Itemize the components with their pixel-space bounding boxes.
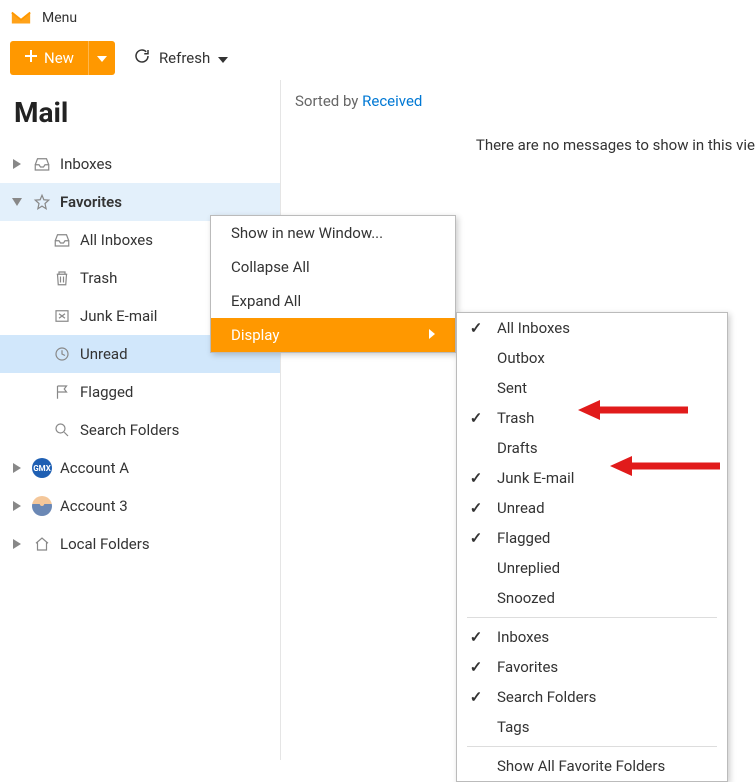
new-button-dropdown[interactable] xyxy=(88,41,115,75)
context-menu-item-collapse-all[interactable]: Collapse All xyxy=(211,250,455,284)
submenu-item-label: Unread xyxy=(497,499,545,517)
sidebar-item-search-folders[interactable]: Search Folders xyxy=(0,411,280,449)
new-button-group: New xyxy=(10,41,115,75)
new-button[interactable]: New xyxy=(10,41,88,75)
sidebar-item-label: Inboxes xyxy=(60,155,270,173)
sidebar-item-label: Flagged xyxy=(80,383,270,401)
refresh-button[interactable]: Refresh xyxy=(133,47,228,69)
flag-icon xyxy=(52,383,72,401)
chevron-right-icon[interactable] xyxy=(10,539,24,549)
inbox-icon xyxy=(32,155,52,173)
menu-button[interactable]: Menu xyxy=(42,10,77,26)
submenu-item-label: All Inboxes xyxy=(497,319,570,337)
submenu-item-show-all-favorite-folders[interactable]: Show All Favorite Folders xyxy=(457,751,727,781)
clock-icon xyxy=(52,345,72,363)
checkmark-icon: ✓ xyxy=(469,469,483,487)
app-logo-icon xyxy=(10,7,32,29)
submenu-item-unreplied[interactable]: Unreplied xyxy=(457,553,727,583)
junk-icon xyxy=(52,307,72,325)
context-menu-item-expand-all[interactable]: Expand All xyxy=(211,284,455,318)
submenu-item-all-inboxes[interactable]: ✓ All Inboxes xyxy=(457,313,727,343)
sidebar: Mail InboxesFavorites All Inboxes Trash … xyxy=(0,80,280,760)
chevron-down-icon xyxy=(218,49,228,67)
sidebar-item-account-3[interactable]: Account 3 xyxy=(0,487,280,525)
submenu-item-flagged[interactable]: ✓ Flagged xyxy=(457,523,727,553)
top-bar: Menu xyxy=(0,0,755,36)
toolbar: New Refresh xyxy=(0,36,755,80)
chevron-right-icon xyxy=(429,328,435,342)
chevron-right-icon[interactable] xyxy=(10,159,24,169)
context-menu-item-display[interactable]: Display xyxy=(211,318,455,352)
sorted-by-prefix: Sorted by xyxy=(295,92,362,110)
sidebar-item-account-a[interactable]: GMX Account A xyxy=(0,449,280,487)
context-menu-item-show-in-new-window-[interactable]: Show in new Window... xyxy=(211,216,455,250)
submenu-item-label: Trash xyxy=(497,409,534,427)
submenu-item-label: Snoozed xyxy=(497,589,555,607)
submenu-item-label: Unreplied xyxy=(497,559,560,577)
sidebar-item-label: Account A xyxy=(60,459,270,477)
checkmark-icon: ✓ xyxy=(469,499,483,517)
search-icon xyxy=(52,421,72,439)
context-menu: Show in new Window... Collapse All Expand … xyxy=(210,215,456,353)
submenu-item-inboxes[interactable]: ✓ Inboxes xyxy=(457,622,727,652)
home-icon xyxy=(32,535,52,553)
context-menu-item-label: Expand All xyxy=(231,292,301,310)
chevron-down-icon xyxy=(97,51,107,66)
display-submenu: ✓ All Inboxes Outbox Sent ✓ Trash Drafts ✓ Junk … xyxy=(456,312,728,782)
refresh-icon xyxy=(133,47,151,69)
submenu-item-label: Sent xyxy=(497,379,527,397)
sort-bar[interactable]: Sorted by Received xyxy=(281,80,755,122)
submenu-item-label: Drafts xyxy=(497,439,538,457)
checkmark-icon: ✓ xyxy=(469,628,483,646)
submenu-item-unread[interactable]: ✓ Unread xyxy=(457,493,727,523)
chevron-down-icon[interactable] xyxy=(10,198,24,206)
menu-divider xyxy=(467,746,717,747)
sidebar-item-label: Favorites xyxy=(60,193,270,211)
new-button-label: New xyxy=(44,49,74,67)
submenu-item-search-folders[interactable]: ✓ Search Folders xyxy=(457,682,727,712)
submenu-item-snoozed[interactable]: Snoozed xyxy=(457,583,727,613)
menu-divider xyxy=(467,617,717,618)
submenu-item-label: Junk E-mail xyxy=(497,469,574,487)
annotation-arrow-junk xyxy=(610,454,720,478)
submenu-item-label: Favorites xyxy=(497,658,558,676)
sidebar-item-label: Search Folders xyxy=(80,421,270,439)
sort-field-link[interactable]: Received xyxy=(362,92,422,110)
checkmark-icon: ✓ xyxy=(469,658,483,676)
sidebar-item-label: Local Folders xyxy=(60,535,270,553)
folder-tree: InboxesFavorites All Inboxes Trash Junk … xyxy=(0,145,280,563)
gmx-icon: GMX xyxy=(32,458,52,478)
submenu-item-tags[interactable]: Tags xyxy=(457,712,727,742)
submenu-item-label: Outbox xyxy=(497,349,545,367)
empty-message: There are no messages to show in this vi… xyxy=(281,122,755,154)
sidebar-item-inboxes[interactable]: Inboxes xyxy=(0,145,280,183)
submenu-item-label: Search Folders xyxy=(497,688,596,706)
checkmark-icon: ✓ xyxy=(469,529,483,547)
page-title: Mail xyxy=(0,86,280,145)
chevron-right-icon[interactable] xyxy=(10,501,24,511)
trash-icon xyxy=(52,269,72,287)
sidebar-item-label: Account 3 xyxy=(60,497,270,515)
context-menu-item-label: Display xyxy=(231,326,279,344)
submenu-item-label: Flagged xyxy=(497,529,550,547)
avatar-icon xyxy=(32,496,52,516)
sidebar-item-local-folders[interactable]: Local Folders xyxy=(0,525,280,563)
submenu-item-label: Tags xyxy=(497,718,529,736)
refresh-label: Refresh xyxy=(159,49,210,67)
submenu-item-outbox[interactable]: Outbox xyxy=(457,343,727,373)
inbox-icon xyxy=(52,231,72,249)
annotation-arrow-trash xyxy=(578,398,688,422)
context-menu-item-label: Collapse All xyxy=(231,258,310,276)
chevron-right-icon[interactable] xyxy=(10,463,24,473)
checkmark-icon: ✓ xyxy=(469,409,483,427)
submenu-item-favorites[interactable]: ✓ Favorites xyxy=(457,652,727,682)
star-icon xyxy=(32,193,52,211)
checkmark-icon: ✓ xyxy=(469,688,483,706)
submenu-item-label: Inboxes xyxy=(497,628,549,646)
plus-icon xyxy=(24,49,38,67)
context-menu-item-label: Show in new Window... xyxy=(231,224,383,242)
checkmark-icon: ✓ xyxy=(469,319,483,337)
sidebar-item-flagged[interactable]: Flagged xyxy=(0,373,280,411)
